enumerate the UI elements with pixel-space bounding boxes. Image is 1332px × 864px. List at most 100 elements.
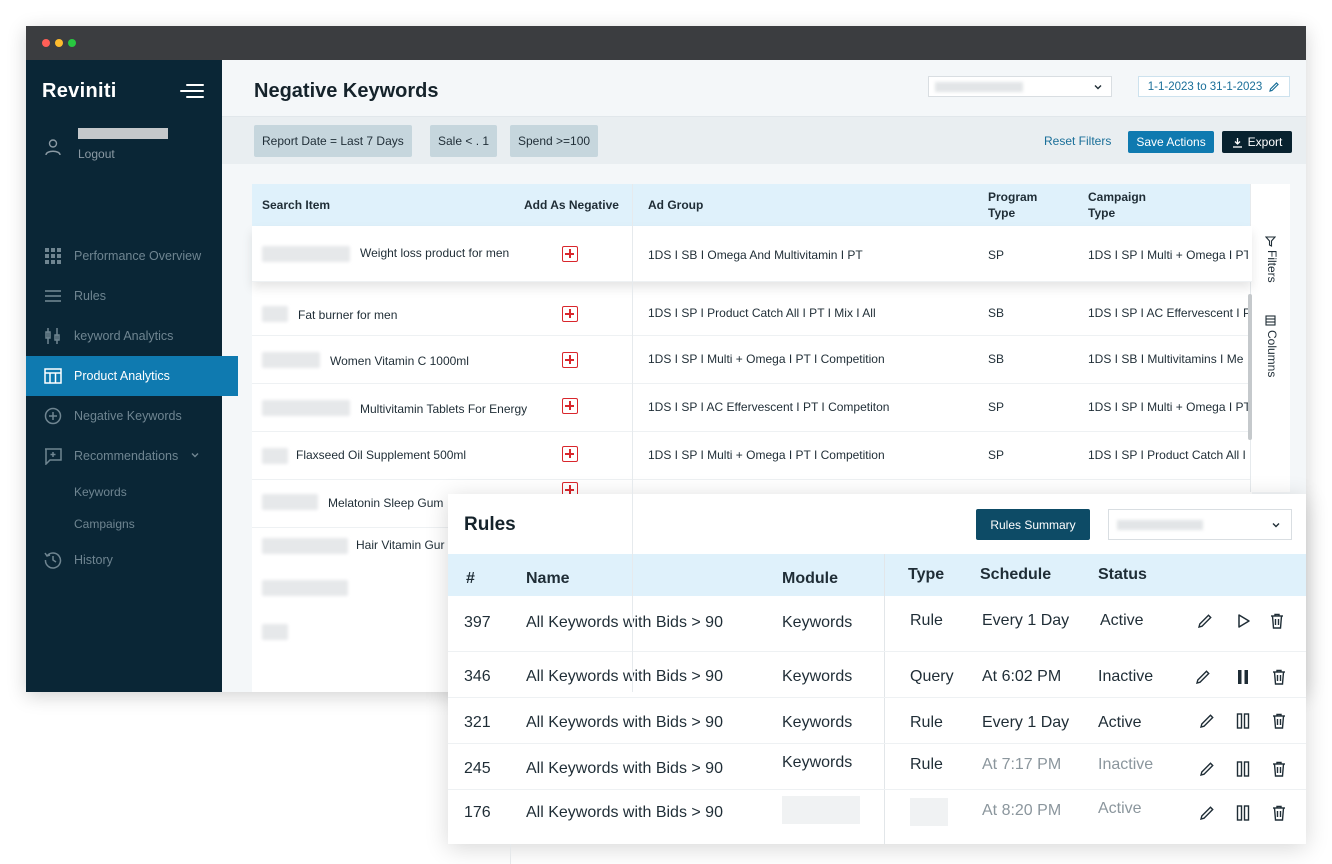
filters-tab[interactable]: Filters [1265,250,1279,283]
campaign-type-cell: 1DS I SB I Multivitamins I Me [1088,352,1244,366]
pause-outline-icon[interactable] [1234,760,1252,778]
column-header-add-as-negative[interactable]: Add As Negative [524,198,619,212]
search-item-cell: Weight loss product for men [360,246,510,260]
minimize-window-dot[interactable] [55,39,63,47]
rule-schedule: Every 1 Day [982,612,1070,629]
sidebar-subitem-campaigns[interactable]: Campaigns [74,517,135,531]
redacted-value [262,494,318,510]
chevron-down-icon[interactable] [190,449,200,463]
sidebar-item-rules[interactable]: Rules [26,276,238,316]
column-header-ad-group[interactable]: Ad Group [648,198,703,212]
edit-icon[interactable] [1198,712,1216,730]
filter-bar: Report Date = Last 7 Days Sale < . 1 Spe… [222,116,1306,164]
rule-status: Active [1098,800,1142,817]
date-range-picker[interactable]: 1-1-2023 to 31-1-2023 [1138,76,1290,97]
rule-row[interactable]: 245 All Keywords with Bids > 90 Keywords… [448,744,1306,790]
trash-icon[interactable] [1270,804,1288,822]
pause-icon[interactable] [1234,668,1252,686]
columns-tab[interactable]: Columns [1265,330,1279,377]
rule-row[interactable]: 176 All Keywords with Bids > 90 At 8:20 … [448,790,1306,844]
redacted-value [262,448,288,464]
menu-toggle-icon[interactable] [180,82,204,100]
grid-icon [44,247,62,265]
rule-name: All Keywords with Bids > 90 [526,804,723,821]
ad-group-cell: 1DS I SP I Multi + Omega I PT I Competit… [648,352,885,366]
play-icon[interactable] [1234,612,1252,630]
export-button[interactable]: Export [1222,131,1292,153]
program-type-cell: SP [988,248,1005,262]
add-negative-icon[interactable] [562,352,578,368]
rules-filter-select[interactable] [1108,509,1292,540]
trash-icon[interactable] [1270,668,1288,686]
column-header-module[interactable]: Module [782,570,838,588]
pause-outline-icon[interactable] [1234,804,1252,822]
trash-icon[interactable] [1268,612,1286,630]
save-actions-button[interactable]: Save Actions [1128,131,1214,153]
rules-summary-button[interactable]: Rules Summary [976,509,1090,540]
rule-schedule: At 7:17 PM [982,756,1062,773]
rule-module: Keywords [782,754,853,771]
rule-row[interactable]: 397 All Keywords with Bids > 90 Keywords… [448,596,1306,652]
search-item-cell: Fat burner for men [298,308,398,322]
redacted-value [262,538,348,554]
sidebar-item-product-analytics[interactable]: Product Analytics [26,356,238,396]
column-header-name[interactable]: Name [526,570,570,588]
column-header-status[interactable]: Status [1098,566,1147,584]
rules-panel: Rules Rules Summary # Name Module Type S… [448,494,1306,844]
edit-icon[interactable] [1194,668,1212,686]
edit-icon[interactable] [1196,612,1214,630]
redacted-value [262,400,350,416]
trash-icon[interactable] [1270,712,1288,730]
rule-row[interactable]: 321 All Keywords with Bids > 90 Keywords… [448,698,1306,744]
rule-name: All Keywords with Bids > 90 [526,714,723,731]
logout-link[interactable]: Logout [78,147,115,161]
filter-chip-sale[interactable]: Sale < . 1 [430,125,498,157]
edit-icon[interactable] [1198,760,1216,778]
column-header-schedule[interactable]: Schedule [980,566,1051,584]
rule-row[interactable]: 346 All Keywords with Bids > 90 Keywords… [448,652,1306,698]
pause-outline-icon[interactable] [1234,712,1252,730]
table-scrollbar[interactable] [1248,294,1252,440]
table-icon [44,367,62,385]
sidebar-item-label: Negative Keywords [74,409,182,423]
edit-icon[interactable] [1198,804,1216,822]
account-select[interactable] [928,76,1112,97]
add-negative-icon[interactable] [562,246,578,262]
rules-panel-title: Rules [464,514,516,535]
search-item-cell: Melatonin Sleep Gum [328,496,444,510]
sidebar-item-recommendations[interactable]: Recommendations [26,436,238,476]
user-icon [45,139,61,156]
ad-group-cell: 1DS I SP I AC Effervescent I PT I Compet… [648,400,890,414]
page-title: Negative Keywords [254,80,439,102]
maximize-window-dot[interactable] [68,39,76,47]
program-type-cell: SB [988,352,1005,366]
close-window-dot[interactable] [42,39,50,47]
column-header-id[interactable]: # [466,570,475,588]
filter-chip-report-date[interactable]: Report Date = Last 7 Days [254,125,412,157]
add-negative-icon[interactable] [562,446,578,462]
column-header-campaign-type[interactable]: Campaign Type [1088,189,1158,221]
filter-chip-spend[interactable]: Spend >=100 [510,125,599,157]
sidebar-subitem-keywords[interactable]: Keywords [74,485,127,499]
search-item-cell: Multivitamin Tablets For Energy [360,402,528,416]
campaign-type-cell: 1DS I SP I Multi + Omega I PT I [1088,400,1248,414]
rule-type: Rule [910,756,943,773]
pencil-icon [1269,81,1280,92]
download-icon [1232,137,1242,148]
sidebar-item-performance-overview[interactable]: Performance Overview [26,236,238,276]
sliders-icon [44,327,62,345]
add-negative-icon[interactable] [562,398,578,414]
sidebar-item-history[interactable]: History [26,540,238,580]
reset-filters-link[interactable]: Reset Filters [1044,134,1111,148]
filter-icon[interactable] [1265,236,1276,247]
column-header-type[interactable]: Type [908,566,944,584]
sidebar-item-keyword-analytics[interactable]: keyword Analytics [26,316,238,356]
column-header-search-item[interactable]: Search Item [262,198,330,212]
redacted-type [910,798,948,826]
sidebar-item-negative-keywords[interactable]: Negative Keywords [26,396,238,436]
rule-name: All Keywords with Bids > 90 [526,668,723,685]
add-negative-icon[interactable] [562,306,578,322]
trash-icon[interactable] [1270,760,1288,778]
columns-icon[interactable] [1265,315,1276,326]
column-header-program-type[interactable]: Program Type [988,189,1058,221]
